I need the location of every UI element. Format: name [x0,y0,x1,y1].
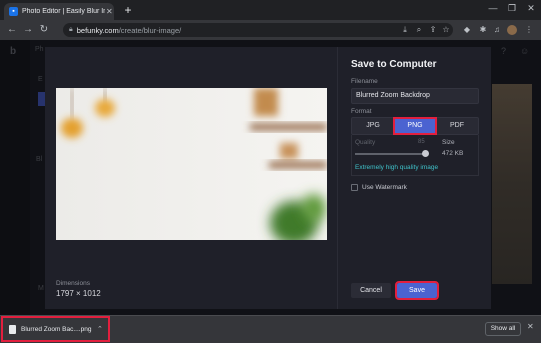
image-preview [56,88,327,240]
maximize-icon[interactable]: ❐ [505,3,519,14]
forward-icon[interactable]: → [22,24,34,36]
format-label: Format [351,108,372,115]
format-pdf-button[interactable]: PDF [436,118,478,134]
dimensions-label: Dimensions [56,280,90,287]
watermark-label[interactable]: Use Watermark [362,184,407,191]
format-jpg-button[interactable]: JPG [352,118,394,134]
download-file-name: Blurred Zoom Bac....png [21,325,92,333]
share-icon[interactable]: ⇪ [428,24,438,36]
dimensions-value: 1797 × 1012 [56,289,101,298]
install-icon[interactable]: ⤓ [400,24,410,36]
tab-close-icon[interactable]: ✕ [105,7,114,16]
quality-label: Quality [355,139,376,146]
filename-label: Filename [351,78,378,85]
filename-input[interactable]: Blurred Zoom Backdrop [351,88,479,104]
size-label: Size [442,139,455,146]
format-selector: JPG PNG PDF [351,117,479,135]
tab-title: Photo Editor | Easily Blur Image... [22,8,105,15]
quality-slider[interactable] [355,153,427,155]
dialog-divider [337,47,338,309]
zoom-icon[interactable]: ⌕ [414,24,424,36]
download-item[interactable]: Blurred Zoom Bac....png ⌃ [1,316,110,342]
url-host: befunky.com [76,25,119,35]
media-icon[interactable]: ♫ [492,24,502,36]
new-tab-button[interactable]: + [122,4,134,16]
lock-icon: 🔒︎ [69,26,73,33]
profile-avatar[interactable] [507,25,517,35]
favicon-icon: ▪ [9,7,18,16]
format-png-button[interactable]: PNG [393,117,437,135]
show-all-button[interactable]: Show all [485,322,521,336]
extension-icon[interactable]: ◆ [462,24,472,36]
quality-slider-handle[interactable] [422,150,429,157]
dialog-title: Save to Computer [351,59,437,70]
quality-note: Extremely high quality image [355,164,439,171]
puzzle-icon[interactable]: ✱ [478,24,488,36]
watermark-checkbox[interactable] [351,184,358,191]
cancel-button[interactable]: Cancel [351,283,391,298]
back-icon[interactable]: ← [6,24,18,36]
chevron-up-icon[interactable]: ⌃ [97,325,103,333]
file-icon [9,324,16,334]
size-value: 472 KB [442,150,464,157]
bookmark-star-icon[interactable]: ☆ [441,24,451,36]
menu-icon[interactable]: ⋮ [524,24,534,36]
browser-tab[interactable]: ▪ Photo Editor | Easily Blur Image... ✕ [4,3,114,20]
blurred-photo [56,88,327,240]
download-bar-close-icon[interactable]: ✕ [527,322,534,331]
quality-value: 85 [418,139,425,145]
save-button[interactable]: Save [395,281,439,300]
reload-icon[interactable]: ↻ [38,24,50,36]
minimize-icon[interactable]: — [486,3,500,13]
url-path: /create/blur-image/ [118,25,182,35]
window-close-icon[interactable]: ✕ [524,3,538,14]
address-bar[interactable]: 🔒︎ befunky.com/create/blur-image/ [63,23,453,37]
